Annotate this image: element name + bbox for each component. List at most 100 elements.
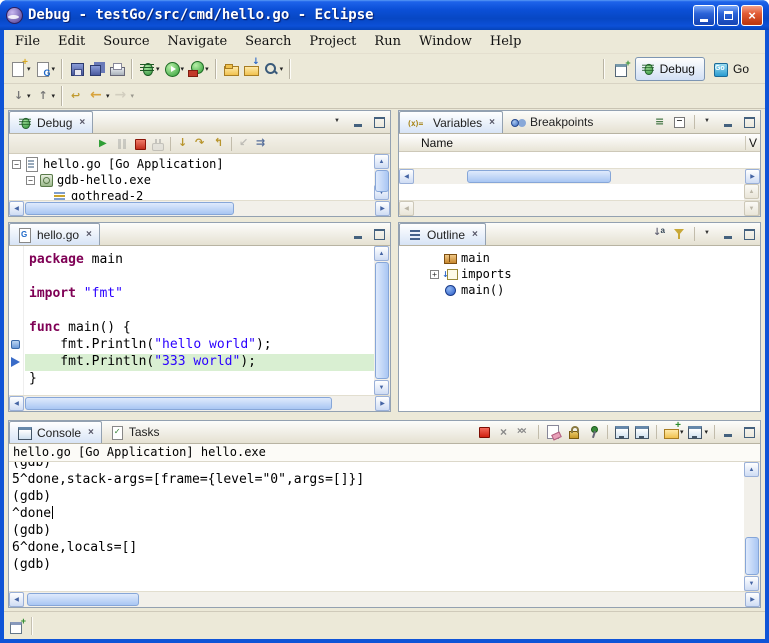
- menu-item-file[interactable]: File: [6, 31, 49, 52]
- filter-button[interactable]: [671, 225, 689, 243]
- show-console-button[interactable]: [633, 423, 651, 441]
- scroll-down-button[interactable]: ▼: [374, 380, 389, 395]
- horizontal-scrollbar[interactable]: ◀ ▶: [9, 395, 390, 411]
- instruction-pointer-secondary-icon[interactable]: [11, 340, 20, 349]
- dropdown-arrow-icon[interactable]: ▾: [181, 65, 185, 73]
- scrollbar-thumb[interactable]: [375, 170, 389, 192]
- terminate-console-button[interactable]: [475, 423, 493, 441]
- menu-item-source[interactable]: Source: [94, 31, 158, 52]
- code-area[interactable]: package main import "fmt" func main() { …: [25, 246, 374, 395]
- step-over-button[interactable]: [192, 135, 210, 153]
- maximize-view-button[interactable]: [740, 113, 758, 131]
- scroll-up-button[interactable]: ▲: [744, 184, 759, 199]
- view-menu-button[interactable]: [700, 113, 718, 131]
- minimize-view-button[interactable]: [350, 113, 368, 131]
- tab-variables[interactable]: Variables ×: [399, 111, 503, 133]
- dropdown-arrow-icon[interactable]: ▾: [106, 92, 110, 100]
- run-button[interactable]: ▾: [162, 57, 187, 81]
- vertical-scrollbar[interactable]: ▲ ▼: [374, 154, 390, 200]
- tab-hello-go[interactable]: hello.go ×: [9, 223, 100, 245]
- tab-outline[interactable]: Outline ×: [399, 223, 486, 245]
- close-button[interactable]: ×: [741, 5, 763, 26]
- menu-item-navigate[interactable]: Navigate: [159, 31, 237, 52]
- tab-debug[interactable]: Debug ×: [9, 111, 93, 133]
- remove-launch-button[interactable]: [495, 423, 513, 441]
- titlebar[interactable]: Debug - testGo/src/cmd/hello.go - Eclips…: [0, 0, 769, 30]
- tab-console[interactable]: Console ×: [9, 421, 102, 443]
- step-filters-button[interactable]: [253, 135, 271, 153]
- print-button[interactable]: [107, 57, 127, 81]
- resume-button[interactable]: [95, 135, 113, 153]
- tree-item-gdb-hello-exe[interactable]: −gdb-hello.exe: [9, 172, 374, 188]
- prev-annotation-button[interactable]: ▾: [33, 84, 58, 108]
- tab-tasks[interactable]: Tasks: [102, 421, 167, 443]
- scroll-right-button[interactable]: ▶: [745, 169, 760, 184]
- vertical-scrollbar[interactable]: ▲ ▼: [744, 462, 760, 591]
- scroll-left-button[interactable]: ◀: [9, 396, 24, 411]
- scrollbar-track[interactable]: [745, 478, 759, 575]
- scroll-right-button[interactable]: ▶: [745, 592, 760, 607]
- open-folder-2-button[interactable]: [241, 57, 261, 81]
- menu-item-help[interactable]: Help: [481, 31, 531, 52]
- scrollbar-thumb[interactable]: [467, 170, 611, 183]
- show-type-names-button[interactable]: [651, 113, 669, 131]
- scrollbar-thumb[interactable]: [375, 262, 389, 379]
- scroll-up-button[interactable]: ▲: [744, 462, 759, 477]
- remove-all-button[interactable]: [515, 423, 533, 441]
- close-tab-icon[interactable]: ×: [88, 427, 94, 438]
- dropdown-arrow-icon[interactable]: ▾: [52, 65, 56, 73]
- back-button[interactable]: ▾: [87, 84, 112, 108]
- scrollbar-thumb[interactable]: [25, 397, 332, 410]
- menu-item-run[interactable]: Run: [365, 31, 410, 52]
- open-console-button[interactable]: ▾: [662, 423, 685, 441]
- scroll-left-button[interactable]: ◀: [9, 592, 24, 607]
- menu-item-window[interactable]: Window: [410, 31, 481, 52]
- scrollbar-track[interactable]: [375, 170, 389, 184]
- view-menu-button[interactable]: [700, 225, 718, 243]
- scroll-right-button[interactable]: ▶: [375, 201, 390, 216]
- minimize-view-button[interactable]: [720, 113, 738, 131]
- search-button[interactable]: ▾: [261, 57, 286, 81]
- clear-console-button[interactable]: [544, 423, 562, 441]
- dropdown-arrow-icon[interactable]: ▾: [27, 92, 31, 100]
- close-tab-icon[interactable]: ×: [489, 117, 495, 128]
- scroll-up-button[interactable]: ▲: [374, 246, 389, 261]
- scrollbar-thumb[interactable]: [745, 537, 759, 575]
- last-edit-button[interactable]: [67, 84, 87, 108]
- perspective-debug-button[interactable]: Debug: [635, 57, 705, 81]
- tab-breakpoints[interactable]: Breakpoints: [503, 111, 600, 133]
- close-tab-icon[interactable]: ×: [472, 229, 478, 240]
- close-tab-icon[interactable]: ×: [86, 229, 92, 240]
- forward-button[interactable]: ▾: [112, 84, 137, 108]
- tree-item-imports[interactable]: +imports: [427, 266, 760, 282]
- save-all-button[interactable]: [87, 57, 107, 81]
- horizontal-scrollbar[interactable]: ◀ ▶: [9, 200, 390, 216]
- new-wizard-button[interactable]: ▾: [8, 57, 33, 81]
- scroll-up-button[interactable]: ▲: [374, 154, 389, 169]
- fast-view-icon[interactable]: [9, 618, 25, 634]
- menu-item-search[interactable]: Search: [236, 31, 300, 52]
- dropdown-arrow-icon[interactable]: ▾: [131, 92, 135, 100]
- save-button[interactable]: [67, 57, 87, 81]
- scrollbar-thumb[interactable]: [27, 593, 139, 606]
- view-menu-button[interactable]: [330, 113, 348, 131]
- show-stdout-button[interactable]: [613, 423, 631, 441]
- dropdown-arrow-icon[interactable]: ▾: [205, 65, 209, 73]
- collapse-icon[interactable]: −: [12, 160, 21, 169]
- collapse-all-button[interactable]: [671, 113, 689, 131]
- minimize-view-button[interactable]: [720, 423, 738, 441]
- scrollbar-track[interactable]: [415, 202, 744, 215]
- dropdown-arrow-icon[interactable]: ▾: [280, 65, 284, 73]
- scrollbar-track[interactable]: [415, 170, 744, 183]
- variables-tree-empty[interactable]: [399, 152, 760, 168]
- variables-column-header[interactable]: Name V: [399, 134, 760, 152]
- dropdown-arrow-icon[interactable]: ▾: [52, 92, 56, 100]
- maximize-view-button[interactable]: [740, 423, 758, 441]
- maximize-view-button[interactable]: [370, 113, 388, 131]
- open-perspective-button[interactable]: [612, 57, 632, 81]
- minimize-view-button[interactable]: [720, 225, 738, 243]
- expand-icon[interactable]: +: [430, 270, 439, 279]
- pin-console-button[interactable]: [584, 423, 602, 441]
- external-tools-button[interactable]: ▾: [186, 57, 211, 81]
- vertical-scrollbar-disabled[interactable]: ▲ ▼: [744, 184, 760, 200]
